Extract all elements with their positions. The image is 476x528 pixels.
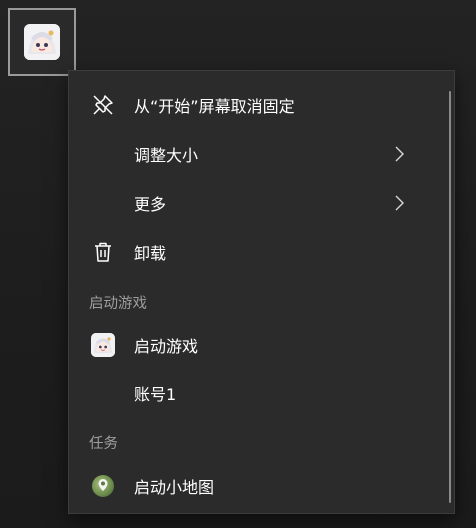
menu-item-uninstall[interactable]: 卸载 <box>69 230 444 274</box>
menu-item-label: 调整大小 <box>134 146 199 165</box>
chevron-right-icon <box>395 146 404 162</box>
menu-item-launch-minimap[interactable]: 启动小地图 <box>69 464 444 508</box>
menu-item-label: 启动小地图 <box>134 478 215 497</box>
trash-icon <box>91 240 115 264</box>
menu-item-label: 从“开始”屏幕取消固定 <box>134 97 295 116</box>
context-menu: 从“开始”屏幕取消固定 调整大小 更多 卸载 启动游戏 启动游戏 账号1 任务 … <box>68 70 455 514</box>
section-header-tasks: 任务 <box>89 436 118 452</box>
paimon-app-icon <box>24 24 60 60</box>
menu-item-launch-game[interactable]: 启动游戏 <box>69 323 444 367</box>
menu-item-label: 账号1 <box>134 385 177 404</box>
unpin-icon <box>91 93 115 117</box>
minimap-icon <box>91 474 115 498</box>
menu-item-label: 更多 <box>134 195 167 214</box>
menu-item-unpin[interactable]: 从“开始”屏幕取消固定 <box>69 83 444 127</box>
chevron-right-icon <box>395 195 404 211</box>
menu-item-more[interactable]: 更多 <box>69 181 444 225</box>
menu-item-resize[interactable]: 调整大小 <box>69 132 444 176</box>
section-header-launch: 启动游戏 <box>89 296 147 312</box>
menu-item-label: 卸载 <box>134 244 167 263</box>
paimon-app-icon <box>91 333 115 357</box>
scrollbar[interactable] <box>449 91 451 503</box>
menu-item-label: 启动游戏 <box>134 337 199 356</box>
menu-item-account-1[interactable]: 账号1 <box>69 371 444 415</box>
pinned-app-tile[interactable] <box>8 8 76 76</box>
